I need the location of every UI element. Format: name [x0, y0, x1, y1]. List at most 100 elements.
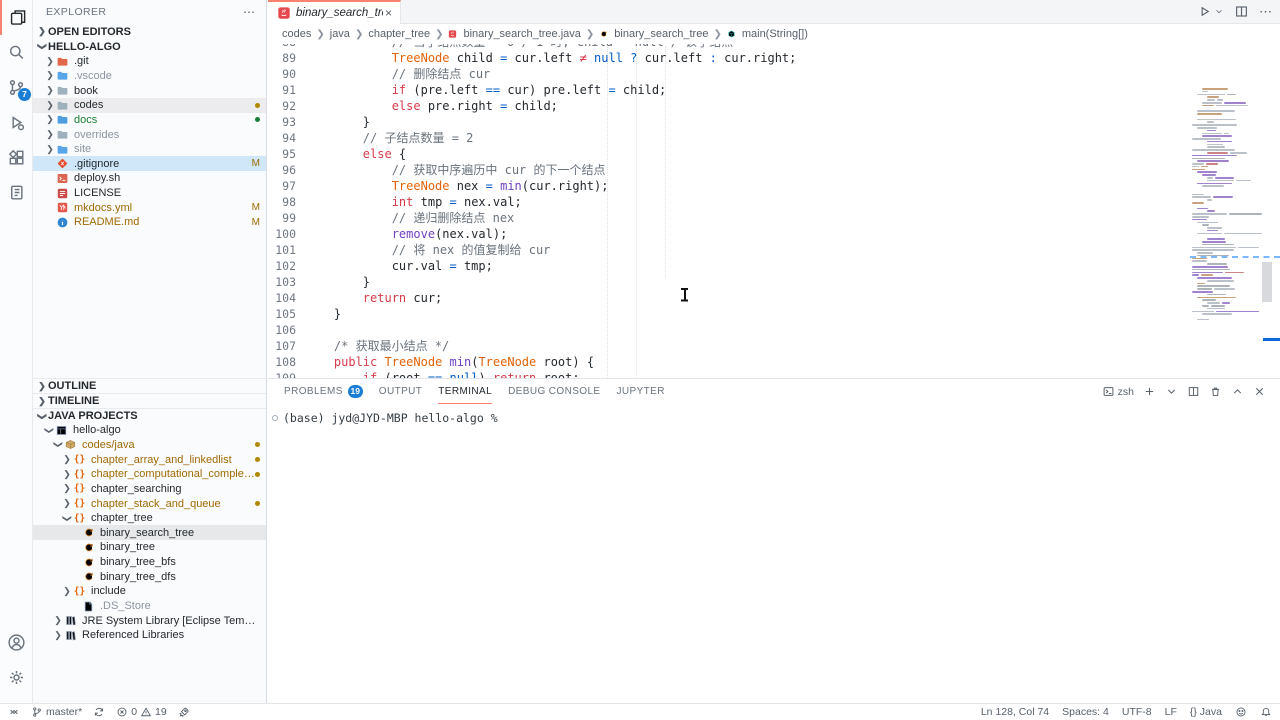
- chevron-icon[interactable]: ❯: [62, 513, 73, 523]
- code-line-90[interactable]: 90 // 删除结点 cur: [268, 66, 1280, 82]
- panel-tab-terminal[interactable]: TERMINAL: [438, 379, 492, 404]
- java-project-item-chapter-array-and-linkedlist[interactable]: ❯{}chapter_array_and_linkedlist: [33, 452, 266, 467]
- explorer-item-mkdocs-yml[interactable]: mkdocs.ymlM: [33, 200, 266, 215]
- chevron-icon[interactable]: ❯: [53, 440, 64, 450]
- explorer-item-book[interactable]: ❯book: [33, 83, 266, 98]
- java-project-item--ds-store[interactable]: .DS_Store: [33, 599, 266, 614]
- chevron-right-icon[interactable]: ❯: [45, 114, 55, 125]
- java-project-item-jre-system-library-eclipse-temurin-17-17-[interactable]: ❯JRE System Library [Eclipse Temurin 17 …: [33, 613, 266, 628]
- code-line-89[interactable]: 89 TreeNode child = cur.left ≠ null ? cu…: [268, 50, 1280, 66]
- explorer-item-codes[interactable]: ❯codes: [33, 98, 266, 113]
- chevron-icon[interactable]: ❯: [62, 586, 72, 597]
- breadcrumb-item-codes[interactable]: codes: [282, 28, 311, 40]
- explorer-more-actions-button[interactable]: ⋯: [243, 5, 256, 19]
- code-line-101[interactable]: 101 // 将 nex 的值复制给 cur: [268, 242, 1280, 258]
- chevron-icon[interactable]: ❯: [62, 483, 72, 494]
- code-line-102[interactable]: 102 cur.val = tmp;: [268, 258, 1280, 274]
- code-line-105[interactable]: 105 }: [268, 306, 1280, 322]
- java-project-item-codes-java[interactable]: ❯codes/java: [33, 438, 266, 453]
- chevron-icon[interactable]: ❯: [62, 454, 72, 465]
- chevron-right-icon[interactable]: ❯: [45, 56, 55, 67]
- activity-bar-item-notebook[interactable]: [0, 175, 33, 210]
- split-editor-button[interactable]: [1234, 4, 1249, 19]
- code-line-95[interactable]: 95 else {: [268, 146, 1280, 162]
- breadcrumb-item-binary-search-tree[interactable]: binary_search_tree: [599, 28, 708, 40]
- code-line-92[interactable]: 92 else pre.right = child;: [268, 98, 1280, 114]
- explorer-item-readme-md[interactable]: README.mdM: [33, 215, 266, 230]
- activity-bar-item-explorer[interactable]: [0, 0, 33, 35]
- java-project-item-include[interactable]: ❯{}include: [33, 584, 266, 599]
- timeline-section[interactable]: ❯ TIMELINE: [33, 393, 266, 408]
- java-project-item-chapter-computational-complexity[interactable]: ❯{}chapter_computational_complexity: [33, 467, 266, 482]
- code-line-103[interactable]: 103 }: [268, 274, 1280, 290]
- explorer-item-docs[interactable]: ❯docs: [33, 113, 266, 128]
- chevron-icon[interactable]: ❯: [44, 425, 55, 435]
- chevron-icon[interactable]: ❯: [62, 469, 72, 480]
- chevron-right-icon[interactable]: ❯: [45, 129, 55, 140]
- terminal-content[interactable]: (base) jyd@JYD-MBP hello-algo %: [272, 411, 1280, 425]
- code-line-109[interactable]: 109 if (root == null) return root;: [268, 370, 1280, 378]
- breadcrumb-item-chapter-tree[interactable]: chapter_tree: [368, 28, 430, 40]
- status-problems[interactable]: 019: [116, 706, 167, 718]
- breadcrumb-item-binary-search-tree-java[interactable]: binary_search_tree.java: [448, 28, 580, 40]
- java-project-item-binary-tree-dfs[interactable]: binary_tree_dfs: [33, 569, 266, 584]
- code-line-94[interactable]: 94 // 子结点数量 = 2: [268, 130, 1280, 146]
- breadcrumb-item-main-string-[interactable]: main(String[]): [727, 28, 808, 40]
- project-root-section[interactable]: ❯ HELLO-ALGO: [33, 39, 266, 54]
- chevron-icon[interactable]: ❯: [53, 615, 63, 626]
- java-project-item-chapter-tree[interactable]: ❯{}chapter_tree: [33, 511, 266, 526]
- code-line-93[interactable]: 93 }: [268, 114, 1280, 130]
- code-line-97[interactable]: 97 TreeNode nex = min(cur.right);: [268, 178, 1280, 194]
- chevron-icon[interactable]: ❯: [62, 498, 72, 509]
- status-remote[interactable]: [8, 706, 20, 718]
- chevron-right-icon[interactable]: ❯: [45, 144, 55, 155]
- status-java-status[interactable]: [178, 706, 190, 718]
- explorer-item-overrides[interactable]: ❯overrides: [33, 127, 266, 142]
- tab-binary-search-tree-java[interactable]: binary_search_tree.java ×: [268, 0, 401, 24]
- shell-picker-button[interactable]: zsh: [1102, 385, 1134, 398]
- java-project-item-binary-tree-bfs[interactable]: binary_tree_bfs: [33, 555, 266, 570]
- explorer-item-site[interactable]: ❯site: [33, 142, 266, 157]
- explorer-item--vscode[interactable]: ❯.vscode: [33, 69, 266, 84]
- editor-scrollbar-thumb[interactable]: [1262, 262, 1272, 302]
- activity-bar-item-settings[interactable]: [0, 660, 33, 695]
- chevron-right-icon[interactable]: ❯: [45, 85, 55, 96]
- terminal-dropdown-button[interactable]: [1165, 385, 1178, 398]
- explorer-item-license[interactable]: LICENSE: [33, 186, 266, 201]
- status-cursor-position[interactable]: Ln 128, Col 74: [981, 706, 1049, 718]
- status-feedback[interactable]: [1235, 706, 1247, 718]
- code-line-106[interactable]: 106: [268, 322, 1280, 338]
- more-actions-button[interactable]: ⋯: [1259, 4, 1272, 20]
- activity-bar-item-account[interactable]: [0, 625, 33, 660]
- minimap[interactable]: [1190, 88, 1262, 378]
- run-button[interactable]: [1197, 4, 1212, 19]
- java-project-item-referenced-libraries[interactable]: ❯Referenced Libraries: [33, 628, 266, 643]
- explorer-item-deploy-sh[interactable]: deploy.sh: [33, 171, 266, 186]
- run-options-button[interactable]: [1214, 4, 1224, 19]
- activity-bar-item-source-control[interactable]: 7: [0, 70, 33, 105]
- code-line-104[interactable]: 104 return cur;: [268, 290, 1280, 306]
- status-encoding[interactable]: UTF-8: [1122, 706, 1152, 718]
- activity-bar-item-search[interactable]: [0, 35, 33, 70]
- kill-terminal-button[interactable]: [1209, 385, 1222, 398]
- code-line-91[interactable]: 91 if (pre.left == cur) pre.left = child…: [268, 82, 1280, 98]
- breadcrumb-item-java[interactable]: java: [330, 28, 350, 40]
- code-line-96[interactable]: 96 // 获取中序遍历中 cur 的下一个结点: [268, 162, 1280, 178]
- status-branch[interactable]: master*: [31, 706, 82, 718]
- outline-section[interactable]: ❯ OUTLINE: [33, 378, 266, 393]
- split-terminal-button[interactable]: [1187, 385, 1200, 398]
- java-projects-section[interactable]: ❯ JAVA PROJECTS: [33, 408, 266, 423]
- code-line-107[interactable]: 107 /* 获取最小结点 */: [268, 338, 1280, 354]
- close-panel-button[interactable]: [1253, 385, 1266, 398]
- status-sync[interactable]: [93, 706, 105, 718]
- new-terminal-button[interactable]: [1143, 385, 1156, 398]
- explorer-item--gitignore[interactable]: .gitignoreM: [33, 156, 266, 171]
- java-project-item-binary-tree[interactable]: binary_tree: [33, 540, 266, 555]
- activity-bar-item-run-debug[interactable]: [0, 105, 33, 140]
- panel-tab-debug-console[interactable]: DEBUG CONSOLE: [508, 379, 600, 404]
- panel-tab-output[interactable]: OUTPUT: [379, 379, 423, 404]
- status-eol[interactable]: LF: [1165, 706, 1177, 718]
- chevron-right-icon[interactable]: ❯: [45, 70, 55, 81]
- code-line-99[interactable]: 99 // 递归删除结点 nex: [268, 210, 1280, 226]
- chevron-right-icon[interactable]: ❯: [45, 100, 55, 111]
